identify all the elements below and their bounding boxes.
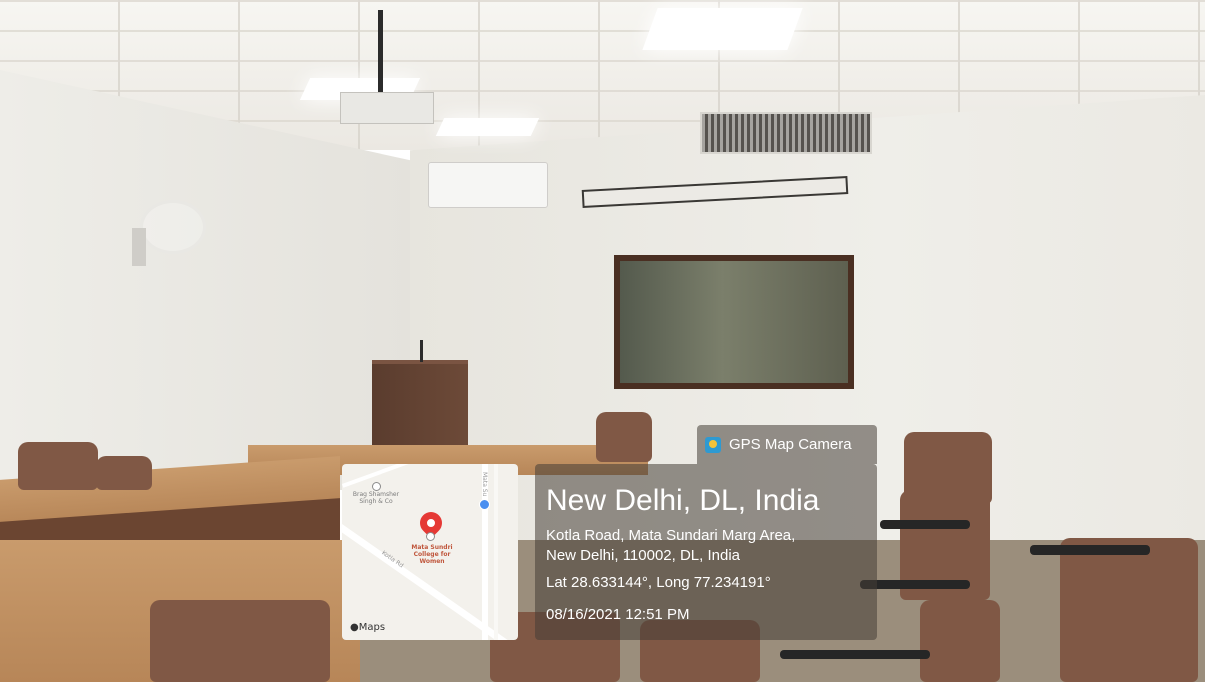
coordinates: Lat 28.633144°, Long 77.234191° (546, 574, 771, 591)
transit-icon (479, 499, 490, 510)
chair-arm (1030, 545, 1150, 555)
podium (372, 360, 468, 452)
chair (920, 600, 1000, 682)
address-line: New Delhi, 110002, DL, India (546, 547, 741, 564)
air-conditioner (428, 162, 548, 208)
map-road (342, 464, 457, 488)
chair (1060, 538, 1198, 682)
chair-arm (780, 650, 930, 659)
chair (18, 442, 98, 490)
map-college-label: Mata Sundri College for Women (411, 544, 453, 565)
address: Kotla Road, Mata Sundari Marg Area, New … (546, 526, 795, 566)
observation-window (614, 255, 854, 389)
chair (150, 600, 330, 682)
chair (596, 412, 652, 462)
maps-brand: ●Maps (350, 622, 386, 633)
projector-mount (378, 10, 383, 100)
location-info-panel: New Delhi, DL, India Kotla Road, Mata Su… (535, 464, 877, 640)
wall-fan-mount (132, 228, 146, 266)
city-title: New Delhi, DL, India (546, 484, 820, 517)
map-poi-icon (372, 482, 381, 491)
wall-fan (140, 200, 206, 254)
map-road-label: Mata Su (481, 472, 488, 497)
location-map: Brag Shamsher Singh & Co Mata Sundri Colle… (342, 464, 518, 640)
chair (96, 456, 152, 490)
microphone (420, 340, 423, 362)
air-vent (700, 112, 872, 154)
photo: Brag Shamsher Singh & Co Mata Sundri Colle… (0, 0, 1205, 682)
app-name: GPS Map Camera (729, 436, 852, 453)
map-road (494, 464, 498, 640)
gps-app-tab: GPS Map Camera (697, 425, 877, 464)
chair-arm (880, 520, 970, 529)
apple-logo-icon: ● (350, 622, 359, 633)
gps-map-camera-icon (705, 437, 721, 453)
ceiling-light (642, 8, 803, 50)
timestamp: 08/16/2021 12:51 PM (546, 606, 690, 623)
map-poi-label: Brag Shamsher Singh & Co (352, 491, 400, 505)
address-line: Kotla Road, Mata Sundari Marg Area, (546, 527, 796, 544)
ceiling-light (435, 118, 540, 136)
projector (340, 92, 434, 124)
map-poi-icon (426, 532, 435, 541)
